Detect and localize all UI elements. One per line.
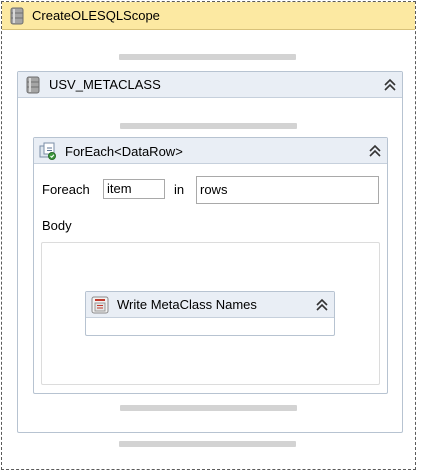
item-variable-field[interactable]: item [103, 179, 165, 199]
body-label: Body [42, 218, 72, 233]
database-icon [10, 7, 24, 25]
usv-metaclass-header[interactable]: USV_METACLASS [18, 72, 402, 98]
write-metaclass-names-activity[interactable]: Write MetaClass Names [85, 291, 335, 336]
create-olesqlscope-title: CreateOLESQLScope [32, 8, 160, 23]
drop-zone-bar[interactable] [119, 54, 296, 60]
foreach-title: ForEach<DataRow> [65, 144, 183, 159]
drop-zone-bar[interactable] [120, 123, 297, 129]
foreach-icon [39, 142, 56, 160]
foreach-label: Foreach [42, 182, 90, 197]
write-line-icon [91, 296, 109, 314]
collapse-icon[interactable] [315, 298, 329, 312]
write-metaclass-names-title: Write MetaClass Names [117, 297, 257, 312]
create-olesqlscope-activity[interactable]: CreateOLESQLScope USV_METACLASS ForEach<… [1, 1, 416, 470]
create-olesqlscope-header[interactable]: CreateOLESQLScope [2, 2, 415, 30]
write-metaclass-names-header[interactable]: Write MetaClass Names [86, 292, 334, 318]
drop-zone-bar[interactable] [120, 405, 297, 411]
foreach-header[interactable]: ForEach<DataRow> [34, 138, 387, 164]
foreach-body[interactable]: Write MetaClass Names [41, 242, 380, 385]
database-icon [26, 76, 40, 94]
collapse-icon[interactable] [383, 78, 397, 92]
usv-metaclass-title: USV_METACLASS [49, 77, 161, 92]
collection-field[interactable]: rows [196, 176, 379, 204]
usv-metaclass-sequence[interactable]: USV_METACLASS ForEach<DataRow> Foreach i… [17, 71, 403, 433]
collapse-icon[interactable] [368, 144, 382, 158]
foreach-activity[interactable]: ForEach<DataRow> Foreach item in rows Bo… [33, 137, 388, 394]
drop-zone-bar[interactable] [119, 441, 296, 447]
in-label: in [174, 182, 185, 197]
